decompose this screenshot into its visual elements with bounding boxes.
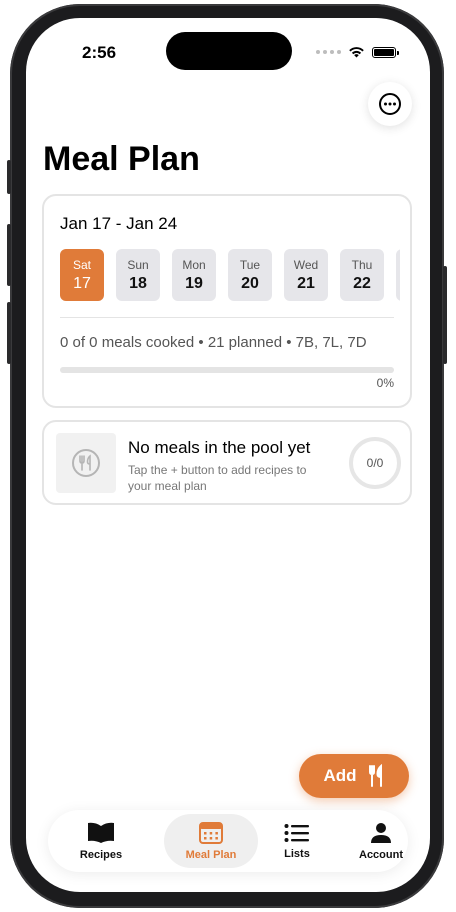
tab-recipes[interactable]: Recipes — [54, 814, 148, 868]
day-name: Sun — [127, 257, 149, 272]
divider — [60, 317, 394, 318]
day-next-partial[interactable] — [396, 249, 400, 301]
book-icon — [88, 822, 114, 843]
tab-lists[interactable]: Lists — [250, 814, 344, 868]
volume-up-button — [7, 224, 11, 286]
day-number: 18 — [129, 274, 147, 292]
more-options-button[interactable] — [368, 82, 412, 126]
day-thu[interactable]: Thu 22 — [340, 249, 384, 301]
progress-bar — [60, 367, 394, 373]
battery-icon — [372, 46, 399, 58]
add-meal-button[interactable]: Add — [299, 754, 409, 798]
tab-label: Meal Plan — [185, 848, 237, 861]
day-name: Wed — [293, 257, 319, 272]
add-button-label: Add — [323, 766, 357, 785]
status-icons — [316, 46, 399, 58]
day-number: 22 — [353, 274, 371, 292]
page-title: Meal Plan — [43, 140, 200, 178]
day-name: Sat — [72, 257, 91, 272]
mute-switch — [7, 160, 11, 194]
day-name: Thu — [351, 257, 373, 272]
power-button — [443, 266, 447, 364]
volume-down-button — [7, 302, 11, 364]
progress-percent: 0% — [376, 376, 394, 390]
day-number: 20 — [241, 274, 259, 292]
pool-subtitle: Tap the + button to add recipes to your … — [128, 463, 307, 493]
person-icon — [371, 822, 391, 843]
list-icon — [284, 823, 309, 842]
status-time: 2:56 — [82, 43, 117, 62]
day-selector: Sat 17 Sun 18 Mon 19 Tue 20 Wed 21 Thu 2… — [60, 249, 400, 301]
day-name: Mon — [182, 257, 206, 272]
day-mon[interactable]: Mon 19 — [172, 249, 216, 301]
week-card: Jan 17 - Jan 24 Sat 17 Sun 18 Mon 19 Tue… — [42, 194, 412, 408]
dynamic-island — [166, 32, 292, 70]
wifi-icon — [349, 47, 364, 58]
day-number: 17 — [73, 274, 91, 292]
day-number: 19 — [185, 274, 203, 292]
meal-pool-card[interactable]: No meals in the pool yet Tap the + butto… — [42, 420, 412, 505]
tab-meal-plan[interactable]: Meal Plan — [164, 814, 258, 868]
day-name: Tue — [239, 257, 261, 272]
day-sun[interactable]: Sun 18 — [116, 249, 160, 301]
calendar-icon — [199, 821, 223, 844]
app-screen: 2:56 Meal Plan Jan 17 - Jan 24 Sat 17 Su… — [26, 18, 430, 892]
day-number: 21 — [297, 274, 315, 292]
tab-bar: Recipes Meal Plan Lists Account — [48, 810, 408, 872]
day-tue[interactable]: Tue 20 — [228, 249, 272, 301]
week-range[interactable]: Jan 17 - Jan 24 — [60, 214, 177, 234]
meal-summary: 0 of 0 meals cooked • 21 planned • 7B, 7… — [60, 334, 367, 351]
tab-label: Recipes — [79, 848, 123, 861]
signal-icon — [316, 50, 341, 54]
tab-account[interactable]: Account — [334, 814, 428, 868]
tab-label: Account — [359, 848, 403, 861]
pool-title: No meals in the pool yet — [128, 438, 311, 457]
day-sat[interactable]: Sat 17 — [60, 249, 104, 301]
pool-thumbnail — [56, 433, 116, 493]
pool-count-ring: 0/0 — [349, 437, 401, 489]
fork-knife-icon — [368, 764, 382, 787]
fork-knife-icon — [72, 449, 100, 477]
more-icon — [379, 93, 401, 115]
day-wed[interactable]: Wed 21 — [284, 249, 328, 301]
tab-label: Lists — [284, 847, 310, 860]
